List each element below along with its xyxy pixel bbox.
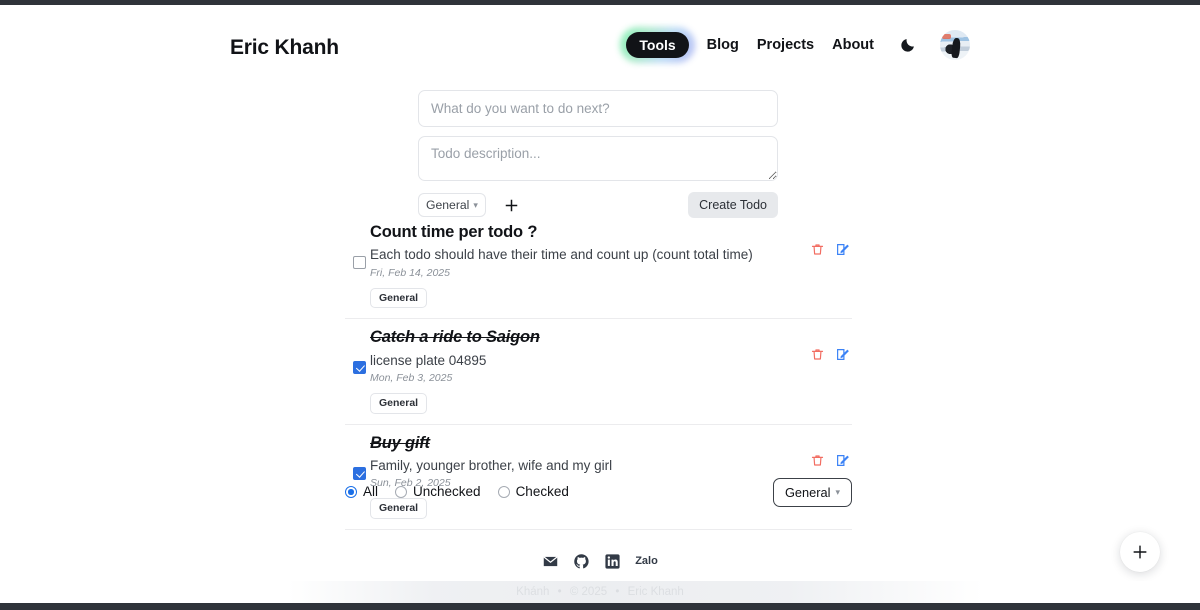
github-icon[interactable] [573,553,590,570]
nav-item-tools[interactable]: Tools [626,32,688,58]
todo-description-input[interactable] [418,136,778,181]
avatar[interactable] [940,30,970,60]
nav-link-blog[interactable]: Blog [707,38,739,53]
todo-item: Catch a ride to Saigon license plate 048… [345,319,852,424]
composer-category-value: General [426,198,469,212]
plus-icon [1132,544,1148,560]
todo-content: Count time per todo ? Each todo should h… [370,222,852,308]
floating-add-button[interactable] [1120,532,1160,572]
todo-description: Each todo should have their time and cou… [370,246,792,264]
plus-icon [504,198,519,213]
nav-link-projects[interactable]: Projects [757,38,814,53]
trash-icon[interactable] [810,347,825,362]
todo-date: Mon, Feb 3, 2025 [370,372,792,384]
todo-description: license plate 04895 [370,352,792,370]
filter-label-all: All [363,485,378,499]
page-root: Eric Khanh Tools Blog Projects About Gen… [0,0,1200,610]
filter-label-checked: Checked [516,485,569,499]
brand-title[interactable]: Eric Khanh [230,36,339,60]
radio-icon [498,486,510,498]
todo-checkbox[interactable] [353,361,366,374]
radio-icon [395,486,407,498]
todo-checkbox[interactable] [353,256,366,269]
linkedin-icon[interactable] [604,553,621,570]
edit-icon[interactable] [835,242,850,257]
todo-date: Fri, Feb 14, 2025 [370,267,792,279]
todo-title-input[interactable] [418,90,778,127]
todo-content: Catch a ride to Saigon license plate 048… [370,327,852,413]
filter-label-unchecked: Unchecked [413,485,481,499]
edit-icon[interactable] [835,453,850,468]
todo-actions [810,453,850,468]
filter-radio-all[interactable]: All [345,485,378,499]
todo-category-tag: General [370,393,427,414]
radio-icon [345,486,357,498]
todo-actions [810,347,850,362]
todo-title: Count time per todo ? [370,222,792,243]
todo-filters: All Unchecked Checked General ▾ [345,478,852,506]
filter-radio-unchecked[interactable]: Unchecked [395,485,481,499]
nav-link-tools-label: Tools [626,32,688,58]
page-bottom-shade [0,581,1200,603]
zalo-link[interactable]: Zalo [635,556,658,567]
todo-description: Family, younger brother, wife and my gir… [370,457,792,475]
email-icon[interactable] [542,553,559,570]
todo-category-tag: General [370,288,427,309]
social-links: Zalo [0,550,1200,572]
todo-actions [810,242,850,257]
browser-chrome-bottom-bar [0,603,1200,610]
todo-title: Catch a ride to Saigon [370,327,792,348]
filter-category-value: General [785,485,831,500]
todo-item: Count time per todo ? Each todo should h… [345,214,852,319]
todo-title: Buy gift [370,433,792,454]
nav-link-about[interactable]: About [832,38,874,53]
todo-composer: General ▾ Create Todo [418,90,778,217]
filter-radio-checked[interactable]: Checked [498,485,569,499]
primary-nav: Tools Blog Projects About [626,30,970,60]
chevron-down-icon: ▾ [835,488,840,497]
edit-icon[interactable] [835,347,850,362]
trash-icon[interactable] [810,242,825,257]
filter-category-select[interactable]: General ▾ [773,478,852,507]
trash-icon[interactable] [810,453,825,468]
moon-icon[interactable] [896,34,918,56]
add-category-button[interactable] [502,195,522,215]
chevron-down-icon: ▾ [473,201,478,210]
site-header: Eric Khanh Tools Blog Projects About [0,0,1200,92]
